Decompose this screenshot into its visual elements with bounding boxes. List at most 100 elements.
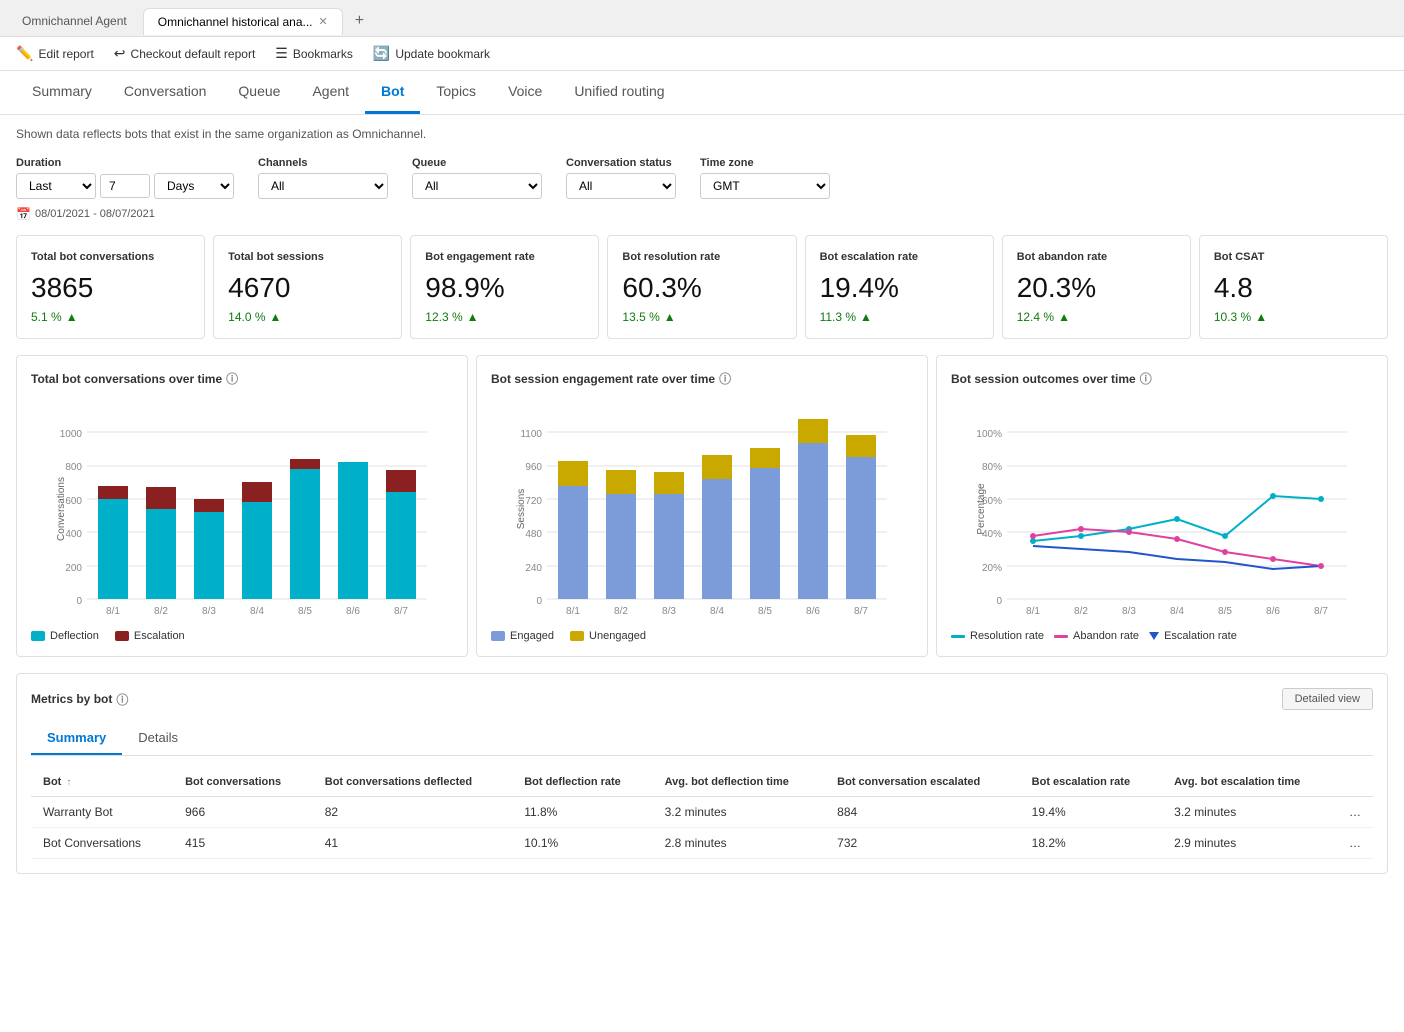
nav-tab-bot[interactable]: Bot xyxy=(365,71,420,114)
col-avg-deflection[interactable]: Avg. bot deflection time xyxy=(653,768,826,797)
bar-unengaged-1 xyxy=(558,461,588,486)
svg-text:8/3: 8/3 xyxy=(662,606,676,617)
cell-escalated: 884 xyxy=(825,797,1019,828)
svg-text:8/6: 8/6 xyxy=(806,606,820,617)
bar-engaged-4 xyxy=(702,479,732,599)
channels-select[interactable]: All xyxy=(258,173,388,199)
col-deflected[interactable]: Bot conversations deflected xyxy=(313,768,512,797)
cell-escalated: 732 xyxy=(825,828,1019,859)
nav-tab-unified-routing[interactable]: Unified routing xyxy=(558,71,680,114)
aban-dot-7 xyxy=(1318,563,1324,569)
chart3-info-icon[interactable]: ⓘ xyxy=(1140,370,1152,387)
res-dot-4 xyxy=(1174,516,1180,522)
sub-tab-summary[interactable]: Summary xyxy=(31,722,122,755)
chart2-svg: 0 240 480 720 960 1100 Sessions xyxy=(491,399,913,619)
chart3-legend: Resolution rate Abandon rate Escalation … xyxy=(951,630,1373,642)
kpi-title: Bot escalation rate xyxy=(820,250,979,264)
nav-tab-summary[interactable]: Summary xyxy=(16,71,108,114)
tab-omnichannel-agent[interactable]: Omnichannel Agent xyxy=(8,8,141,34)
nav-tab-voice[interactable]: Voice xyxy=(492,71,558,114)
nav-tab-topics[interactable]: Topics xyxy=(420,71,492,114)
svg-text:200: 200 xyxy=(65,563,82,574)
bar-escal-3 xyxy=(194,499,224,512)
bar-unengaged-2 xyxy=(606,470,636,494)
col-escalated[interactable]: Bot conversation escalated xyxy=(825,768,1019,797)
col-deflection-rate[interactable]: Bot deflection rate xyxy=(512,768,652,797)
close-icon[interactable]: ✕ xyxy=(319,15,328,28)
aban-dot-4 xyxy=(1174,536,1180,542)
col-bot[interactable]: Bot ↑ xyxy=(31,768,173,797)
bar-unengaged-3 xyxy=(654,472,684,494)
col-escalation-rate[interactable]: Bot escalation rate xyxy=(1020,768,1163,797)
bar-escal-1 xyxy=(98,486,128,499)
bar-unengaged-4 xyxy=(702,455,732,479)
metrics-title: Metrics by bot ⓘ xyxy=(31,691,128,708)
cell-conversations: 966 xyxy=(173,797,313,828)
timezone-select[interactable]: GMT xyxy=(700,173,830,199)
kpi-card-6: Bot CSAT 4.8 10.3 % ▲ xyxy=(1199,235,1388,339)
conv-status-filter: Conversation status All xyxy=(566,157,676,199)
chart2-container: 0 240 480 720 960 1100 Sessions xyxy=(491,399,913,622)
svg-text:1100: 1100 xyxy=(520,429,542,440)
resolution-rate-label: Resolution rate xyxy=(970,630,1044,642)
unengaged-label: Unengaged xyxy=(589,630,646,642)
kpi-change: 13.5 % ▲ xyxy=(622,310,781,324)
nav-tab-queue[interactable]: Queue xyxy=(222,71,296,114)
kpi-value: 60.3% xyxy=(622,272,781,304)
svg-text:0: 0 xyxy=(536,596,542,607)
calendar-icon: 📅 xyxy=(16,207,31,221)
svg-text:8/4: 8/4 xyxy=(710,606,724,617)
res-dot-7 xyxy=(1318,496,1324,502)
chart-session-outcomes: Bot session outcomes over time ⓘ 0 20% 4… xyxy=(936,355,1388,657)
col-avg-escalation[interactable]: Avg. bot escalation time xyxy=(1162,768,1337,797)
add-tab-button[interactable]: + xyxy=(345,6,374,36)
kpi-value: 3865 xyxy=(31,272,190,304)
tab-omnichannel-historical[interactable]: Omnichannel historical ana... ✕ xyxy=(143,8,343,35)
checkout-default-button[interactable]: ↩ Checkout default report xyxy=(114,45,255,62)
conv-status-select[interactable]: All xyxy=(566,173,676,199)
svg-text:8/5: 8/5 xyxy=(1218,606,1232,617)
kpi-card-3: Bot resolution rate 60.3% 13.5 % ▲ xyxy=(607,235,796,339)
cell-deflected: 82 xyxy=(313,797,512,828)
kpi-value: 19.4% xyxy=(820,272,979,304)
duration-unit-select[interactable]: Days xyxy=(154,173,234,199)
bar-escal-5 xyxy=(290,459,320,469)
cell-deflection-rate: 10.1% xyxy=(512,828,652,859)
svg-text:8/2: 8/2 xyxy=(154,606,168,617)
edit-report-button[interactable]: ✏️ Edit report xyxy=(16,45,94,62)
svg-text:8/5: 8/5 xyxy=(298,606,312,617)
metrics-info-icon[interactable]: ⓘ xyxy=(116,691,128,708)
bookmarks-button[interactable]: ☰ Bookmarks xyxy=(275,45,353,62)
aban-dot-2 xyxy=(1078,526,1084,532)
duration-value-input[interactable] xyxy=(100,174,150,198)
svg-text:8/7: 8/7 xyxy=(1314,606,1328,617)
svg-text:1000: 1000 xyxy=(60,429,83,440)
nav-tab-agent[interactable]: Agent xyxy=(296,71,365,114)
svg-text:8/1: 8/1 xyxy=(106,606,120,617)
detailed-view-button[interactable]: Detailed view xyxy=(1282,688,1373,710)
bar-engaged-2 xyxy=(606,494,636,599)
res-dot-2 xyxy=(1078,533,1084,539)
duration-filter: Duration Last Days xyxy=(16,157,234,199)
duration-label: Duration xyxy=(16,157,234,169)
chart1-svg: 0 200 400 600 800 1000 Conversations xyxy=(31,399,453,619)
cell-bot-name: Warranty Bot xyxy=(31,797,173,828)
duration-type-select[interactable]: Last xyxy=(16,173,96,199)
svg-text:Percentage: Percentage xyxy=(976,483,987,535)
update-bookmark-button[interactable]: 🔄 Update bookmark xyxy=(373,45,490,62)
chart1-info-icon[interactable]: ⓘ xyxy=(226,370,238,387)
col-conversations[interactable]: Bot conversations xyxy=(173,768,313,797)
sub-tab-details[interactable]: Details xyxy=(122,722,194,755)
chart2-title: Bot session engagement rate over time ⓘ xyxy=(491,370,913,387)
kpi-value: 98.9% xyxy=(425,272,584,304)
legend-abandon-rate: Abandon rate xyxy=(1054,630,1139,642)
page-content: Shown data reflects bots that exist in t… xyxy=(0,115,1404,1027)
chart2-info-icon[interactable]: ⓘ xyxy=(719,370,731,387)
table-header: Bot ↑ Bot conversations Bot conversation… xyxy=(31,768,1373,797)
nav-tab-conversation[interactable]: Conversation xyxy=(108,71,223,114)
bar-engaged-6 xyxy=(798,443,828,599)
queue-select[interactable]: All xyxy=(412,173,542,199)
chart3-svg: 0 20% 40% 60% 80% 100% Percentage xyxy=(951,399,1373,619)
legend-resolution-rate: Resolution rate xyxy=(951,630,1044,642)
escalation-label: Escalation xyxy=(134,630,185,642)
